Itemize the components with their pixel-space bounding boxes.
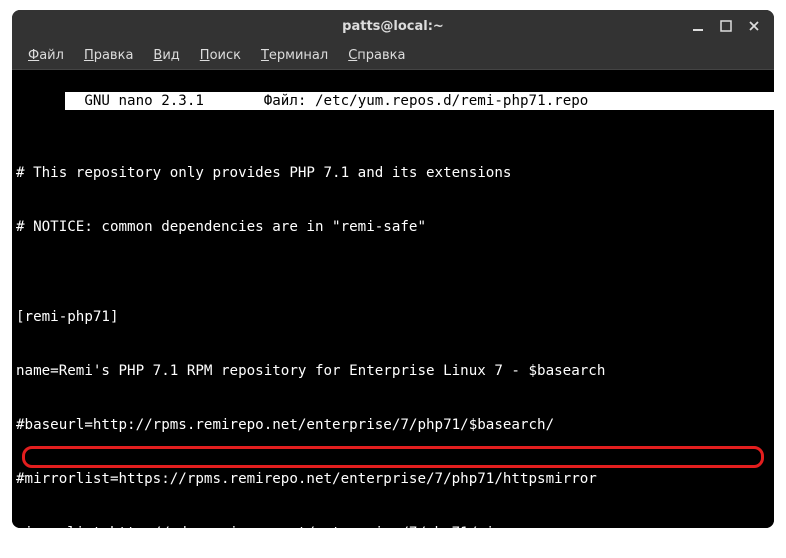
minimize-button[interactable] bbox=[684, 14, 712, 38]
close-button[interactable] bbox=[740, 14, 768, 38]
menubar: Файл Правка Вид Поиск Терминал Справка bbox=[12, 42, 774, 70]
menu-edit[interactable]: Правка bbox=[74, 44, 143, 67]
menu-terminal[interactable]: Терминал bbox=[251, 44, 338, 67]
file-line: #mirrorlist=https://rpms.remirepo.net/en… bbox=[14, 470, 772, 488]
menu-search[interactable]: Поиск bbox=[190, 44, 251, 67]
nano-version: GNU nano 2.3.1 bbox=[67, 93, 204, 109]
menu-help[interactable]: Справка bbox=[338, 44, 415, 67]
file-line: #baseurl=http://rpms.remirepo.net/enterp… bbox=[14, 416, 772, 434]
file-line: # This repository only provides PHP 7.1 … bbox=[14, 164, 772, 182]
close-icon bbox=[748, 20, 760, 32]
window-title: patts@local:~ bbox=[342, 19, 444, 34]
nano-header: GNU nano 2.3.1 Файл: /etc/yum.repos.d/re… bbox=[65, 92, 774, 110]
window-controls bbox=[684, 14, 768, 38]
menu-view[interactable]: Вид bbox=[143, 44, 189, 67]
file-line: name=Remi's PHP 7.1 RPM repository for E… bbox=[14, 362, 772, 380]
file-line: mirrorlist=http://cdn.remirepo.net/enter… bbox=[14, 524, 772, 528]
titlebar: patts@local:~ bbox=[12, 10, 774, 42]
file-line: [remi-php71] bbox=[14, 308, 772, 326]
maximize-icon bbox=[720, 20, 732, 32]
file-line: # NOTICE: common dependencies are in "re… bbox=[14, 218, 772, 236]
menu-file[interactable]: Файл bbox=[18, 44, 74, 67]
nano-file-label: Файл: bbox=[264, 93, 307, 109]
maximize-button[interactable] bbox=[712, 14, 740, 38]
terminal-window: patts@local:~ Файл Правка Вид Поиск Терм… bbox=[12, 10, 774, 528]
terminal-content[interactable]: GNU nano 2.3.1 Файл: /etc/yum.repos.d/re… bbox=[12, 70, 774, 528]
minimize-icon bbox=[692, 20, 704, 32]
nano-file-path: /etc/yum.repos.d/remi-php71.repo bbox=[315, 93, 588, 109]
